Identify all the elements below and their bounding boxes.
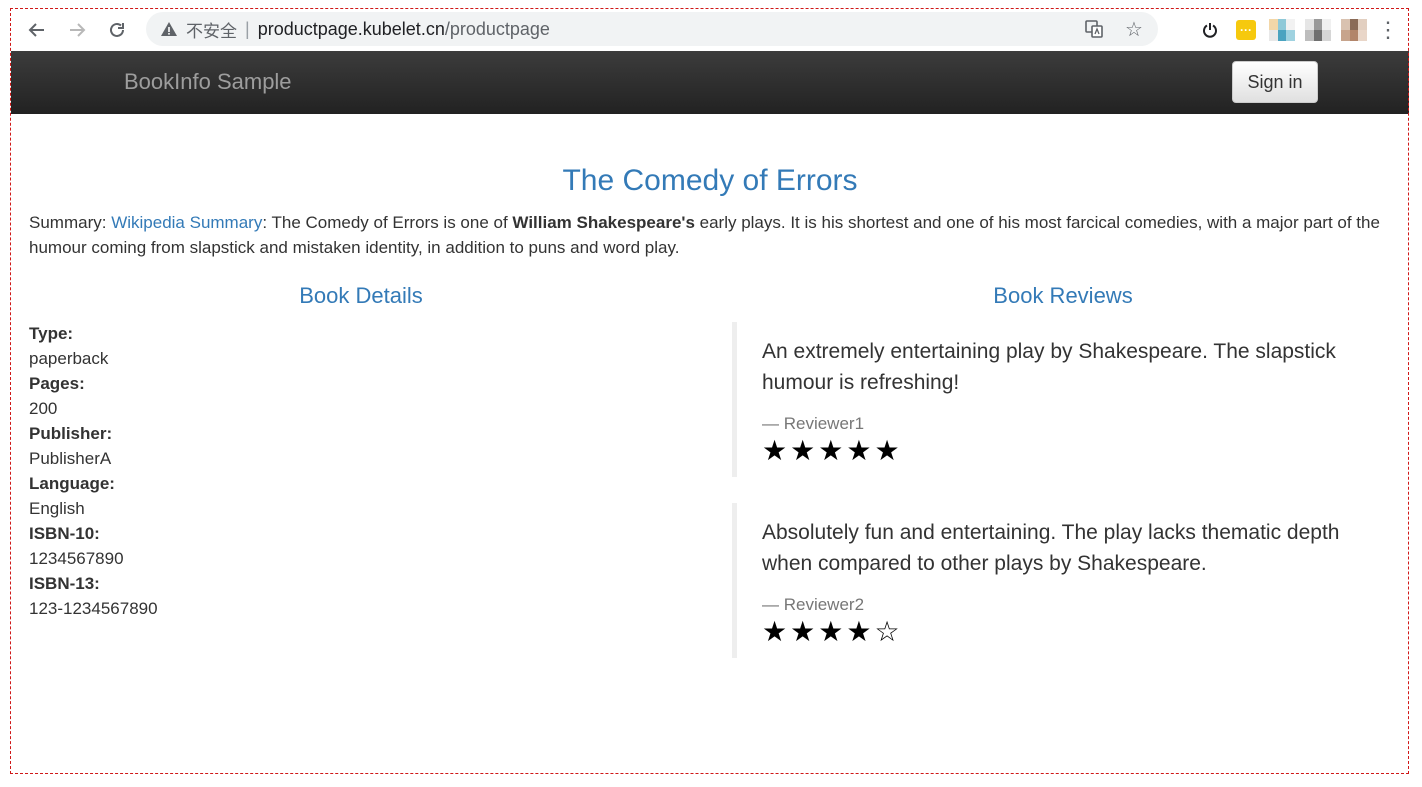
star-empty-icon: ☆ bbox=[874, 616, 903, 647]
summary-author: William Shakespeare's bbox=[512, 213, 695, 232]
power-icon[interactable] bbox=[1197, 17, 1223, 43]
star-rating: ★★★★★ bbox=[762, 436, 1392, 466]
review-block: Absolutely fun and entertaining. The pla… bbox=[732, 503, 1392, 658]
review-block: An extremely entertaining play by Shakes… bbox=[732, 322, 1392, 477]
warning-icon bbox=[160, 20, 178, 38]
summary-prefix: Summary: bbox=[29, 213, 112, 232]
isbn13-label: ISBN-13: bbox=[29, 574, 100, 593]
app-navbar: BookInfo Sample Sign in bbox=[11, 51, 1409, 114]
translate-icon[interactable] bbox=[1080, 15, 1108, 43]
book-details-heading: Book Details bbox=[299, 283, 423, 308]
type-value: paperback bbox=[29, 349, 109, 368]
address-bar[interactable]: 不安全 | productpage.kubelet.cn/productpage… bbox=[146, 12, 1158, 46]
book-reviews-heading: Book Reviews bbox=[993, 283, 1133, 308]
profile-avatar-icon[interactable] bbox=[1341, 17, 1367, 43]
extension-colored-icon[interactable] bbox=[1269, 17, 1295, 43]
star-filled-icon: ★ bbox=[846, 435, 875, 466]
language-value: English bbox=[29, 499, 85, 518]
star-rating: ★★★★☆ bbox=[762, 617, 1392, 647]
url-host: productpage.kubelet.cn bbox=[257, 18, 445, 39]
browser-menu-icon[interactable]: ⋮ bbox=[1377, 17, 1399, 43]
star-filled-icon: ★ bbox=[762, 616, 791, 647]
review-author: — Reviewer2 bbox=[762, 595, 865, 614]
review-text: An extremely entertaining play by Shakes… bbox=[762, 340, 1336, 394]
book-details: Type: paperback Pages: 200 Publisher: Pu… bbox=[29, 321, 158, 621]
star-filled-icon: ★ bbox=[790, 616, 819, 647]
brand-link[interactable]: BookInfo Sample bbox=[124, 69, 292, 95]
review-text: Absolutely fun and entertaining. The pla… bbox=[762, 521, 1340, 575]
star-filled-icon: ★ bbox=[818, 616, 847, 647]
extension-gray-icon[interactable] bbox=[1305, 17, 1331, 43]
star-filled-icon: ★ bbox=[846, 616, 875, 647]
summary-mid: : The Comedy of Errors is one of bbox=[262, 213, 513, 232]
star-filled-icon: ★ bbox=[874, 435, 903, 466]
security-status[interactable]: 不安全 bbox=[186, 17, 237, 42]
sign-in-button[interactable]: Sign in bbox=[1232, 61, 1318, 103]
browser-toolbar: 不安全 | productpage.kubelet.cn/productpage… bbox=[11, 9, 1409, 51]
back-arrow-icon bbox=[28, 23, 44, 37]
forward-button[interactable] bbox=[57, 12, 97, 48]
isbn10-label: ISBN-10: bbox=[29, 524, 100, 543]
back-button[interactable] bbox=[17, 12, 57, 48]
book-summary: Summary: Wikipedia Summary: The Comedy o… bbox=[29, 210, 1399, 260]
pages-label: Pages: bbox=[29, 374, 85, 393]
url-separator: | bbox=[245, 18, 250, 39]
omnibox-actions: ☆ bbox=[1080, 12, 1148, 46]
language-label: Language: bbox=[29, 474, 115, 493]
wikipedia-summary-link[interactable]: Wikipedia Summary bbox=[111, 213, 262, 232]
url-text[interactable]: productpage.kubelet.cn/productpage bbox=[258, 19, 550, 40]
extension-yellow-icon[interactable]: ··· bbox=[1233, 17, 1259, 43]
extensions-area: ··· ⋮ bbox=[1197, 9, 1399, 51]
isbn10-value: 1234567890 bbox=[29, 549, 124, 568]
book-title: The Comedy of Errors bbox=[562, 164, 858, 197]
url-path: /productpage bbox=[444, 18, 550, 39]
review-author: — Reviewer1 bbox=[762, 414, 865, 433]
reload-button[interactable] bbox=[97, 12, 137, 48]
type-label: Type: bbox=[29, 324, 74, 343]
star-filled-icon: ★ bbox=[790, 435, 819, 466]
star-filled-icon: ★ bbox=[762, 435, 791, 466]
forward-arrow-icon bbox=[70, 23, 86, 37]
reload-icon bbox=[110, 22, 124, 37]
isbn13-value: 123-1234567890 bbox=[29, 599, 158, 618]
bookmark-star-icon[interactable]: ☆ bbox=[1120, 15, 1148, 43]
publisher-value: PublisherA bbox=[29, 449, 112, 468]
star-filled-icon: ★ bbox=[818, 435, 847, 466]
publisher-label: Publisher: bbox=[29, 424, 113, 443]
pages-value: 200 bbox=[29, 399, 58, 418]
